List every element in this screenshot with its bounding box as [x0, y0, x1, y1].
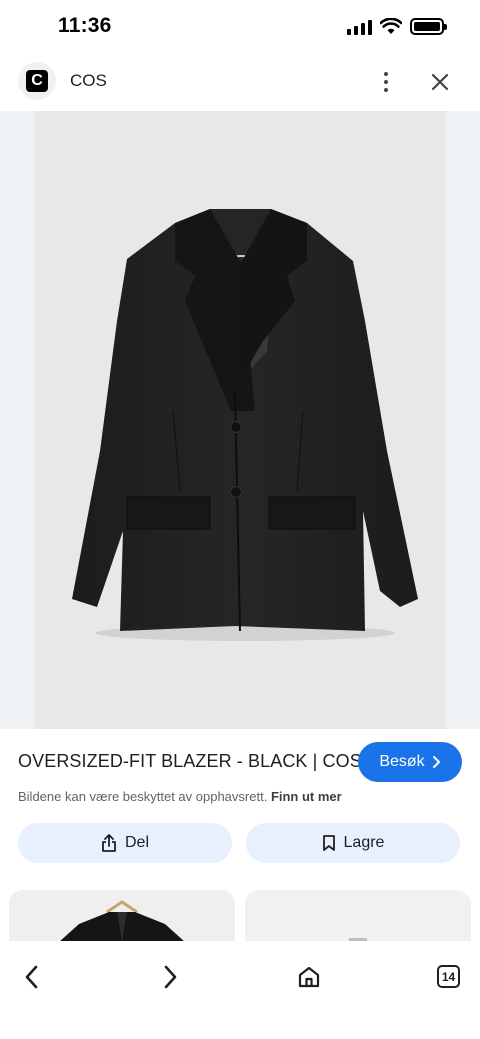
status-icons — [347, 18, 447, 35]
lens-header: C COS — [0, 58, 480, 110]
site-logo[interactable]: C — [18, 62, 56, 100]
home-icon[interactable] — [291, 959, 327, 995]
blazer-image — [72, 209, 418, 641]
share-label: Del — [124, 834, 149, 851]
bookmark-icon — [322, 835, 335, 851]
copyright-text: Bildene kan være beskyttet av opphavsret… — [18, 789, 268, 804]
status-time: 11:36 — [58, 14, 112, 37]
more-options-icon[interactable] — [374, 68, 398, 96]
product-image[interactable] — [35, 111, 446, 729]
battery-icon — [410, 18, 447, 35]
copyright-notice: Bildene kan være beskyttet av opphavsret… — [18, 789, 342, 804]
site-name[interactable]: COS — [70, 71, 107, 91]
bottom-navigation: 14 — [0, 941, 480, 1039]
wifi-icon — [380, 18, 402, 34]
close-icon[interactable] — [426, 68, 454, 96]
share-button[interactable]: Del — [18, 823, 232, 863]
learn-more-link[interactable]: Finn ut mer — [271, 789, 342, 804]
share-icon — [102, 834, 116, 852]
tabs-count-button[interactable]: 14 — [437, 965, 460, 988]
product-title[interactable]: OVERSIZED-FIT BLAZER - BLACK | COS — [18, 751, 362, 772]
image-area — [0, 111, 480, 729]
visit-button-label: Besøk — [379, 753, 425, 770]
visit-button[interactable]: Besøk — [358, 742, 462, 782]
save-button[interactable]: Lagre — [246, 823, 460, 863]
cellular-signal-icon — [347, 19, 372, 35]
related-image — [59, 900, 185, 942]
related-result-thumbnail[interactable] — [9, 890, 235, 942]
site-logo-letter: C — [26, 70, 48, 92]
status-bar: 11:36 — [0, 0, 480, 58]
related-result-thumbnail[interactable] — [245, 890, 471, 942]
back-icon[interactable] — [14, 959, 50, 995]
related-image — [349, 938, 367, 942]
chevron-right-icon — [432, 756, 440, 768]
save-label: Lagre — [343, 834, 385, 851]
forward-icon[interactable] — [152, 959, 188, 995]
